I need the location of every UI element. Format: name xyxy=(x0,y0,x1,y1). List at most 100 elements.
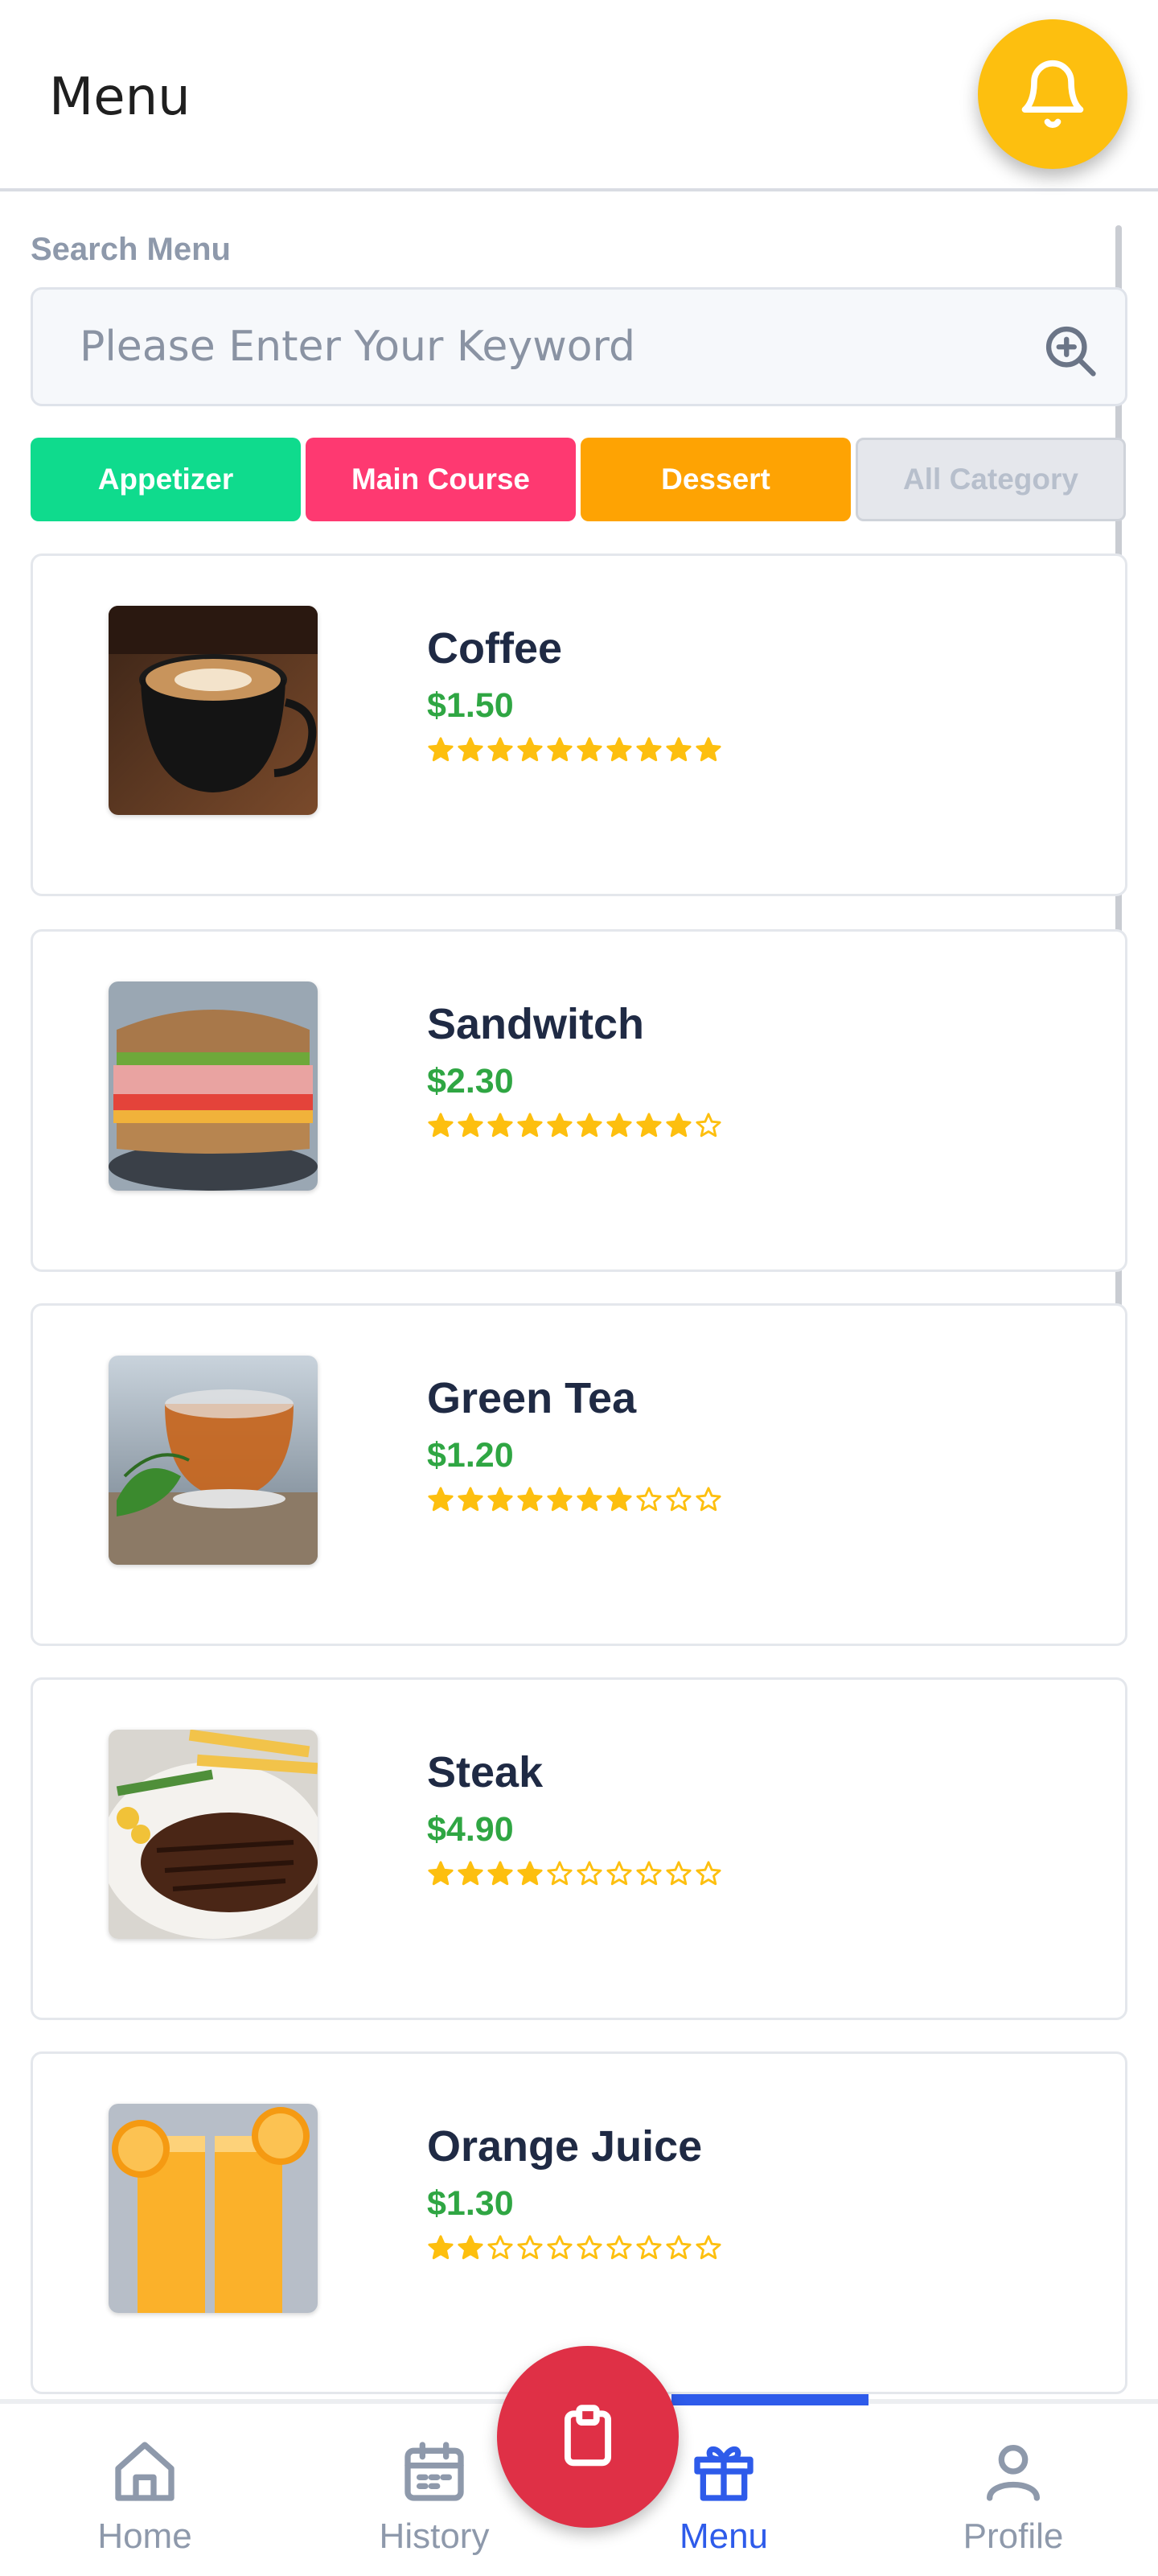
star-empty-icon xyxy=(606,2235,632,2260)
rating-stars xyxy=(427,736,722,763)
star-empty-icon xyxy=(606,1861,632,1886)
item-price: $1.30 xyxy=(427,2184,514,2223)
star-empty-icon xyxy=(547,2235,573,2260)
category-dessert[interactable]: Dessert xyxy=(581,438,851,521)
category-appetizer[interactable]: Appetizer xyxy=(31,438,301,521)
star-empty-icon xyxy=(636,2235,662,2260)
notification-button[interactable] xyxy=(978,19,1127,169)
nav-label: Menu xyxy=(679,2516,769,2556)
star-filled-icon xyxy=(606,1487,632,1512)
star-empty-icon xyxy=(696,1861,721,1886)
steak-image xyxy=(109,1730,318,1939)
active-tab-indicator xyxy=(671,2394,868,2405)
orange-juice-image xyxy=(109,2104,318,2313)
nav-label: Home xyxy=(97,2516,192,2556)
star-empty-icon xyxy=(487,2235,513,2260)
star-empty-icon xyxy=(666,2235,692,2260)
rating-stars xyxy=(427,1860,722,1887)
star-filled-icon xyxy=(428,1113,454,1138)
star-empty-icon xyxy=(696,2235,721,2260)
star-filled-icon xyxy=(577,1487,602,1512)
bell-icon xyxy=(1021,60,1084,128)
app-header: Menu xyxy=(0,0,1158,191)
star-filled-icon xyxy=(636,1113,662,1138)
star-empty-icon xyxy=(636,1487,662,1512)
zoom-in-icon[interactable] xyxy=(1040,320,1101,381)
star-filled-icon xyxy=(487,737,513,762)
item-price: $2.30 xyxy=(427,1062,514,1101)
star-filled-icon xyxy=(458,1487,483,1512)
star-filled-icon xyxy=(428,2235,454,2260)
search-input[interactable] xyxy=(80,311,948,383)
star-empty-icon xyxy=(666,1861,692,1886)
item-name: Steak xyxy=(427,1748,544,1796)
star-empty-icon xyxy=(696,1487,721,1512)
menu-item-card[interactable]: Green Tea $1.20 xyxy=(31,1303,1127,1646)
star-empty-icon xyxy=(547,1861,573,1886)
star-filled-icon xyxy=(517,1487,543,1512)
cart-fab-button[interactable] xyxy=(497,2346,679,2528)
user-icon xyxy=(987,2445,1040,2501)
nav-label: Profile xyxy=(963,2516,1064,2556)
star-filled-icon xyxy=(487,1487,513,1512)
rating-stars xyxy=(427,1486,722,1513)
star-filled-icon xyxy=(696,737,721,762)
star-filled-icon xyxy=(606,737,632,762)
star-filled-icon xyxy=(547,737,573,762)
item-name: Orange Juice xyxy=(427,2122,703,2171)
star-filled-icon xyxy=(458,1861,483,1886)
page-title: Menu xyxy=(49,68,191,127)
item-name: Green Tea xyxy=(427,1374,637,1422)
sandwich-image xyxy=(109,981,318,1191)
star-filled-icon xyxy=(636,737,662,762)
home-icon xyxy=(115,2442,175,2501)
star-filled-icon xyxy=(458,1113,483,1138)
item-name: Coffee xyxy=(427,624,563,673)
star-filled-icon xyxy=(606,1113,632,1138)
calendar-icon xyxy=(404,2442,464,2501)
star-filled-icon xyxy=(666,737,692,762)
search-box[interactable] xyxy=(31,287,1127,406)
nav-home[interactable]: Home xyxy=(24,2404,265,2576)
menu-item-card[interactable]: Sandwitch $2.30 xyxy=(31,929,1127,1272)
menu-item-card[interactable]: Coffee $1.50 xyxy=(31,553,1127,896)
menu-item-card[interactable]: Orange Juice $1.30 xyxy=(31,2051,1127,2394)
item-name: Sandwitch xyxy=(427,1000,645,1048)
star-filled-icon xyxy=(428,1861,454,1886)
coffee-image xyxy=(109,606,318,815)
category-main-course[interactable]: Main Course xyxy=(306,438,576,521)
star-filled-icon xyxy=(487,1113,513,1138)
star-filled-icon xyxy=(577,1113,602,1138)
nav-profile[interactable]: Profile xyxy=(893,2404,1134,2576)
rating-stars xyxy=(427,2234,722,2261)
gift-icon xyxy=(694,2446,754,2501)
star-empty-icon xyxy=(696,1113,721,1138)
rating-stars xyxy=(427,1112,722,1139)
star-filled-icon xyxy=(517,737,543,762)
star-empty-icon xyxy=(577,1861,602,1886)
star-filled-icon xyxy=(458,2235,483,2260)
star-filled-icon xyxy=(547,1487,573,1512)
star-filled-icon xyxy=(666,1113,692,1138)
star-filled-icon xyxy=(458,737,483,762)
category-all[interactable]: All Category xyxy=(856,438,1126,521)
green-tea-image xyxy=(109,1356,318,1565)
item-price: $1.50 xyxy=(427,686,514,725)
search-label: Search Menu xyxy=(31,232,231,267)
category-filter: Appetizer Main Course Dessert All Catego… xyxy=(31,438,1127,521)
star-filled-icon xyxy=(577,737,602,762)
nav-label: History xyxy=(379,2516,490,2556)
star-empty-icon xyxy=(666,1487,692,1512)
item-price: $4.90 xyxy=(427,1810,514,1849)
star-filled-icon xyxy=(517,1861,543,1886)
menu-item-card[interactable]: Steak $4.90 xyxy=(31,1677,1127,2020)
star-filled-icon xyxy=(487,1861,513,1886)
star-empty-icon xyxy=(517,2235,543,2260)
clipboard-icon xyxy=(564,2405,612,2467)
item-price: $1.20 xyxy=(427,1436,514,1475)
star-empty-icon xyxy=(636,1861,662,1886)
star-filled-icon xyxy=(547,1113,573,1138)
star-empty-icon xyxy=(577,2235,602,2260)
star-filled-icon xyxy=(428,737,454,762)
star-filled-icon xyxy=(428,1487,454,1512)
